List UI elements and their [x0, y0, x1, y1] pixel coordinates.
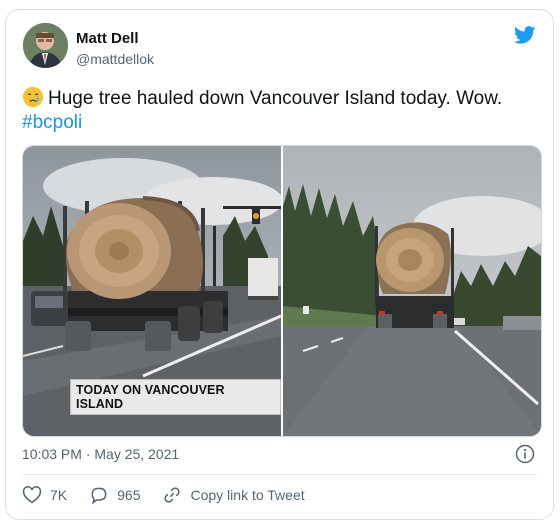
action-bar: 7K 965 Copy link to Tweet	[22, 485, 327, 505]
author-name[interactable]: Matt Dell	[76, 30, 139, 47]
copy-link-button[interactable]: Copy link to Tweet	[162, 485, 305, 505]
heart-icon	[22, 486, 42, 504]
tweet-timestamp[interactable]: 10:03 PM · May 25, 2021	[22, 446, 179, 462]
divider	[22, 474, 537, 475]
like-button[interactable]: 7K	[22, 485, 67, 505]
photo-right[interactable]	[283, 146, 541, 436]
copy-link-label: Copy link to Tweet	[190, 487, 305, 503]
tweet-text-block: Huge tree hauled down Vancouver Island t…	[22, 86, 542, 135]
photo-left[interactable]: TODAY ON VANCOUVER ISLAND	[23, 146, 281, 436]
photo-caption: TODAY ON VANCOUVER ISLAND	[70, 379, 281, 415]
like-count: 7K	[50, 487, 68, 503]
tweet-text: Huge tree hauled down Vancouver Island t…	[48, 88, 503, 109]
avatar[interactable]	[23, 23, 68, 68]
info-icon[interactable]	[515, 444, 535, 464]
media-grid[interactable]: TODAY ON VANCOUVER ISLAND	[22, 145, 542, 437]
link-icon	[164, 487, 181, 503]
reply-button[interactable]: 965	[89, 485, 140, 505]
twitter-bird-icon[interactable]	[512, 24, 538, 46]
hashtag-link[interactable]: #bcpoli	[22, 112, 82, 133]
crying-face-emoji	[22, 86, 44, 108]
reply-count: 965	[117, 487, 141, 503]
author-handle[interactable]: @mattdellok	[76, 51, 154, 67]
reply-icon	[91, 487, 107, 505]
tweet-card[interactable]: Matt Dell @mattdellok Huge tree hauled d…	[5, 9, 554, 520]
